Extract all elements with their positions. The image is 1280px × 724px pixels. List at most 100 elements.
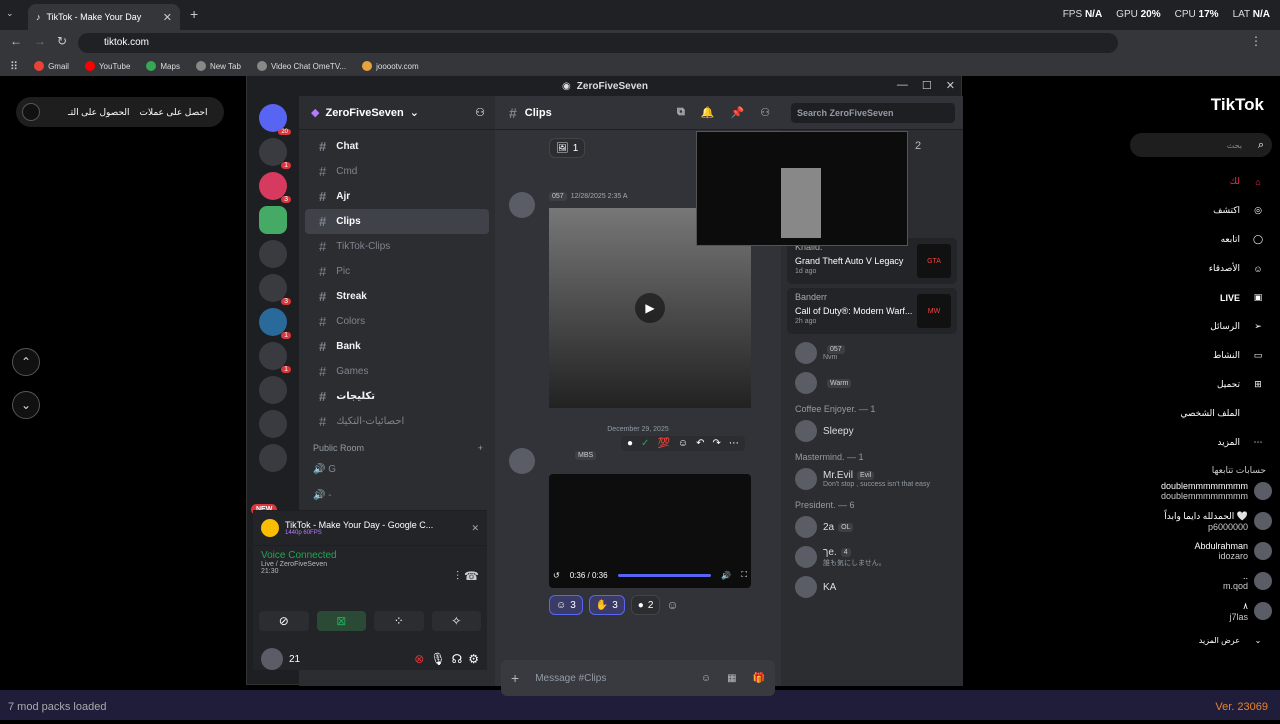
member-item[interactable]: Mr.Evil Evil Don't stop , success isn't th…: [781, 464, 963, 494]
bookmark-maps[interactable]: Maps: [146, 61, 180, 71]
nav-live[interactable]: LIVE ▣: [1120, 283, 1280, 312]
reaction[interactable]: ● 2: [630, 595, 661, 615]
pin-icon[interactable]: 📌: [731, 106, 745, 119]
following-item[interactable]: Abdulrahman idozaro: [1120, 536, 1280, 566]
discord-home-icon[interactable]: 20: [259, 104, 291, 135]
volume-icon[interactable]: 🔊: [721, 571, 731, 580]
channel-item[interactable]: # احصائيات-التكيك: [305, 409, 489, 434]
add-member-icon[interactable]: ⚇: [475, 106, 485, 119]
channel-item[interactable]: # Cmd: [305, 159, 489, 184]
minimize-icon[interactable]: —: [897, 79, 908, 92]
disconnect-icon[interactable]: ☎: [464, 569, 479, 583]
forward-icon[interactable]: →: [34, 34, 46, 48]
deafen-stream-icon[interactable]: ⊗: [414, 652, 424, 666]
search-input[interactable]: Search ZeroFiveSeven: [791, 103, 955, 123]
bookmark-ometv[interactable]: Video Chat OmeTV...: [256, 61, 346, 71]
reply-icon[interactable]: ↶: [696, 438, 704, 449]
stream-preview[interactable]: [696, 131, 908, 246]
avatar[interactable]: [509, 448, 535, 474]
replay-icon[interactable]: ↺: [553, 571, 560, 580]
nav-following[interactable]: اتابعه ◯: [1120, 225, 1280, 254]
play-icon[interactable]: ▶: [635, 293, 665, 323]
reaction[interactable]: 🖼 1: [549, 138, 586, 158]
following-item[interactable]: الحمدلله دايما وابداً 🤍 p6000000: [1120, 506, 1280, 536]
channel-item[interactable]: # Pic: [305, 259, 489, 284]
video-progress[interactable]: [617, 573, 712, 577]
scroll-down-button[interactable]: ⌄: [12, 391, 40, 419]
avatar[interactable]: [261, 648, 283, 670]
nav-more[interactable]: المزيد ⋯: [1120, 428, 1280, 457]
members-icon[interactable]: ⚇: [760, 106, 770, 119]
hundred-icon[interactable]: 💯: [657, 438, 669, 449]
settings-gear-icon[interactable]: ⚙: [468, 652, 479, 666]
server-folder[interactable]: 1: [259, 342, 291, 373]
bookmark-gmail[interactable]: Gmail: [34, 61, 69, 71]
channel-item[interactable]: # Chat: [305, 134, 489, 159]
member-item[interactable]: Sleepy: [781, 416, 963, 446]
nav-for-you[interactable]: لك ⌂: [1120, 167, 1280, 196]
activities-icon[interactable]: ⁘: [374, 611, 424, 631]
member-item[interactable]: KA: [781, 572, 963, 602]
channel-item[interactable]: # Colors: [305, 309, 489, 334]
channel-item[interactable]: # Bank: [305, 334, 489, 359]
server-folder[interactable]: [259, 376, 287, 404]
scroll-up-button[interactable]: ⌃: [12, 348, 40, 376]
new-tab-icon[interactable]: +: [190, 6, 198, 22]
activity-card[interactable]: Banderr Call of Duty®: Modern Warf... 2h a…: [787, 288, 957, 334]
following-item[interactable]: .. m.qod: [1120, 566, 1280, 596]
member-item[interactable]: ךe. 4 誰も気にしません。: [781, 542, 963, 572]
video-player[interactable]: ↺ 0:36 / 0:36 🔊 ⛶: [549, 474, 751, 588]
nav-activity[interactable]: النشاط ▭: [1120, 341, 1280, 370]
server-icon-active[interactable]: [259, 206, 287, 234]
plus-icon[interactable]: +: [511, 670, 519, 686]
following-item[interactable]: ٨ j7las: [1120, 596, 1280, 626]
fullscreen-icon[interactable]: ⛶: [741, 570, 747, 580]
headphones-icon[interactable]: ☊: [452, 652, 463, 666]
soundboard-icon[interactable]: ✧: [431, 611, 481, 631]
server-header[interactable]: ◆ ZeroFiveSeven ⌄ ⚇: [299, 96, 495, 130]
maximize-icon[interactable]: ☐: [922, 79, 932, 92]
browser-tab[interactable]: ♪ TikTok - Make Your Day ✕: [28, 4, 180, 30]
server-icon[interactable]: 3: [259, 274, 291, 305]
microphone-icon[interactable]: 🎙: [430, 652, 445, 666]
nav-profile[interactable]: الملف الشخصي: [1120, 399, 1280, 428]
stop-stream-icon[interactable]: ⊠: [316, 611, 366, 631]
server-folder[interactable]: [259, 410, 287, 438]
nav-upload[interactable]: تحميل ⊞: [1120, 370, 1280, 399]
forward-icon[interactable]: ↷: [713, 438, 721, 449]
bell-icon[interactable]: 🔔: [701, 106, 715, 119]
tab-search-icon[interactable]: ⌄: [6, 8, 14, 19]
channel-item[interactable]: # TikTok-Clips: [305, 234, 489, 259]
reaction[interactable]: ✋ 3: [588, 595, 625, 615]
gif-icon[interactable]: ▦: [727, 673, 736, 684]
server-icon[interactable]: 1: [259, 308, 291, 339]
member-item[interactable]: Warm: [781, 368, 963, 398]
apps-icon[interactable]: ⠿: [10, 60, 18, 73]
following-item[interactable]: doublemmmmmmmm doublemmmmmmmm: [1120, 476, 1280, 506]
nav-friends[interactable]: الأصدقاء ☺: [1120, 254, 1280, 283]
voice-channel-name[interactable]: Live / ZeroFiveSeven: [261, 561, 479, 568]
member-item[interactable]: 057 Nvm: [781, 338, 963, 368]
channel-item[interactable]: # Streak: [305, 284, 489, 309]
reaction[interactable]: ☺ 3: [549, 595, 583, 615]
server-folder[interactable]: [259, 444, 287, 472]
camera-off-icon[interactable]: ⊘: [259, 611, 309, 631]
server-icon[interactable]: 3: [259, 172, 291, 203]
add-reaction-icon[interactable]: ☺: [678, 438, 688, 449]
voice-channel-dash[interactable]: 🔊 -: [313, 490, 332, 501]
reload-icon[interactable]: ↻: [57, 34, 67, 48]
channel-item[interactable]: # تكليجات: [305, 384, 489, 409]
channel-item[interactable]: # Games: [305, 359, 489, 384]
message-composer[interactable]: + Message #Clips ☺ ▦ 🎁: [501, 660, 775, 696]
threads-icon[interactable]: ⧉: [677, 106, 685, 119]
channel-item[interactable]: # Ajr: [305, 184, 489, 209]
menu-icon[interactable]: ⋮: [1250, 34, 1262, 48]
avatar[interactable]: [509, 192, 535, 218]
member-item[interactable]: 2a OL: [781, 512, 963, 542]
close-icon[interactable]: ✕: [946, 79, 955, 92]
soundboard-icon[interactable]: ⫶: [456, 569, 459, 584]
close-tab-icon[interactable]: ✕: [163, 11, 172, 24]
bookmark-youtube[interactable]: YouTube: [84, 61, 130, 71]
address-bar[interactable]: tiktok.com: [78, 33, 1118, 53]
reaction-red-icon[interactable]: ●: [627, 438, 633, 449]
